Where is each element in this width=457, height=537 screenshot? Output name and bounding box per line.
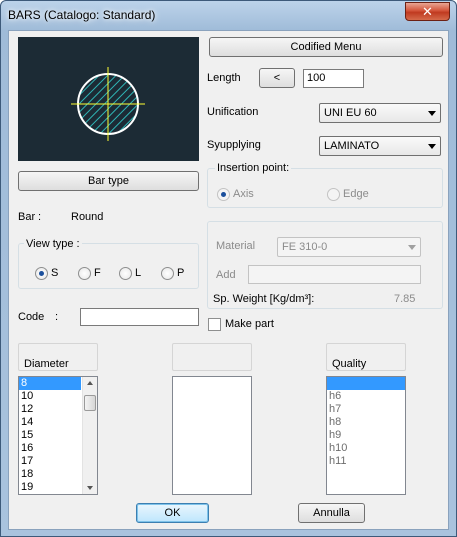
bar-separator: : (38, 211, 42, 223)
list-item[interactable] (327, 377, 405, 390)
list-item[interactable]: 16 (19, 442, 81, 455)
view-type-f-label: F (94, 267, 101, 279)
quality-list[interactable]: h6 h7 h8 h9 h10 h11 (326, 376, 406, 495)
code-label: Code (18, 311, 45, 323)
view-type-p-label: P (177, 267, 185, 279)
dialog-client: Codified Menu Length < 100 Unification U… (8, 30, 449, 530)
chevron-down-icon (428, 144, 436, 149)
view-type-s-label: S (51, 267, 59, 279)
length-input[interactable]: 100 (303, 69, 364, 88)
code-separator: : (55, 311, 59, 323)
codified-menu-button[interactable]: Codified Menu (209, 37, 443, 57)
axis-label: Axis (233, 188, 254, 200)
view-type-s-radio[interactable] (35, 267, 48, 280)
view-type-l-radio[interactable] (119, 267, 132, 280)
diameter-list[interactable]: 8 10 12 14 15 16 17 18 19 (18, 376, 98, 495)
list-item[interactable]: 8 (19, 377, 81, 390)
scroll-up-icon[interactable] (87, 381, 93, 385)
list-item[interactable]: 17 (19, 455, 81, 468)
weight-label: Sp. Weight [Kg/dm³]: (213, 293, 315, 305)
code-input[interactable] (80, 308, 199, 326)
close-button[interactable]: ✕ (405, 2, 450, 21)
material-label: Material (216, 240, 256, 252)
list-item[interactable]: h8 (327, 416, 405, 429)
chevron-down-icon (428, 111, 436, 116)
list-item[interactable]: h7 (327, 403, 405, 416)
bar-preview (18, 37, 199, 161)
add-label: Add (216, 269, 236, 281)
view-type-p-radio[interactable] (161, 267, 174, 280)
supplying-select[interactable]: LAMINATO (319, 136, 441, 156)
make-part-label: Make part (225, 318, 274, 330)
ok-button[interactable]: OK (136, 503, 209, 523)
bar-label: Bar (18, 211, 36, 223)
unification-label: Unification (207, 106, 259, 118)
edge-radio[interactable] (327, 188, 340, 201)
bar-type-button[interactable]: Bar type (18, 171, 199, 191)
view-type-f-radio[interactable] (78, 267, 91, 280)
list-item[interactable]: 19 (19, 481, 81, 494)
scroll-down-icon[interactable] (87, 486, 93, 490)
length-label: Length (207, 72, 241, 84)
middle-list-header (172, 343, 252, 371)
axis-radio[interactable] (217, 188, 230, 201)
scroll-thumb[interactable] (84, 395, 96, 411)
unification-select[interactable]: UNI EU 60 (319, 103, 441, 123)
list-item[interactable]: h11 (327, 455, 405, 468)
view-type-l-label: L (135, 267, 142, 279)
list-item[interactable]: h6 (327, 390, 405, 403)
length-decrease-button[interactable]: < (259, 68, 295, 88)
bar-value: Round (71, 211, 104, 223)
add-input[interactable] (248, 265, 421, 284)
list-item[interactable]: 15 (19, 429, 81, 442)
list-item[interactable]: 10 (19, 390, 81, 403)
cancel-button[interactable]: Annulla (298, 503, 365, 523)
make-part-checkbox[interactable] (208, 318, 221, 331)
diameter-header: Diameter (18, 343, 98, 371)
title-bar[interactable]: BARS (Catalogo: Standard) ✕ (1, 1, 456, 30)
list-item[interactable]: 12 (19, 403, 81, 416)
view-type-label: View type : (24, 238, 82, 250)
insertion-point-label: Insertion point: (215, 162, 292, 174)
diameter-scrollbar[interactable] (82, 377, 97, 494)
edge-label: Edge (343, 188, 369, 200)
list-item[interactable]: 14 (19, 416, 81, 429)
weight-value: 7.85 (394, 293, 416, 305)
list-item[interactable]: 18 (19, 468, 81, 481)
middle-list[interactable] (172, 376, 252, 495)
list-item[interactable]: h9 (327, 429, 405, 442)
supplying-label: Syupplying (207, 139, 261, 151)
list-item[interactable]: h10 (327, 442, 405, 455)
material-select[interactable]: FE 310-0 (277, 237, 421, 257)
dialog-window: BARS (Catalogo: Standard) ✕ Codified Men… (0, 0, 457, 537)
chevron-down-icon (408, 245, 416, 250)
quality-rows: h6 h7 h8 h9 h10 h11 (327, 377, 405, 468)
window-title: BARS (Catalogo: Standard) (8, 8, 156, 22)
quality-header: Quality (326, 343, 406, 371)
